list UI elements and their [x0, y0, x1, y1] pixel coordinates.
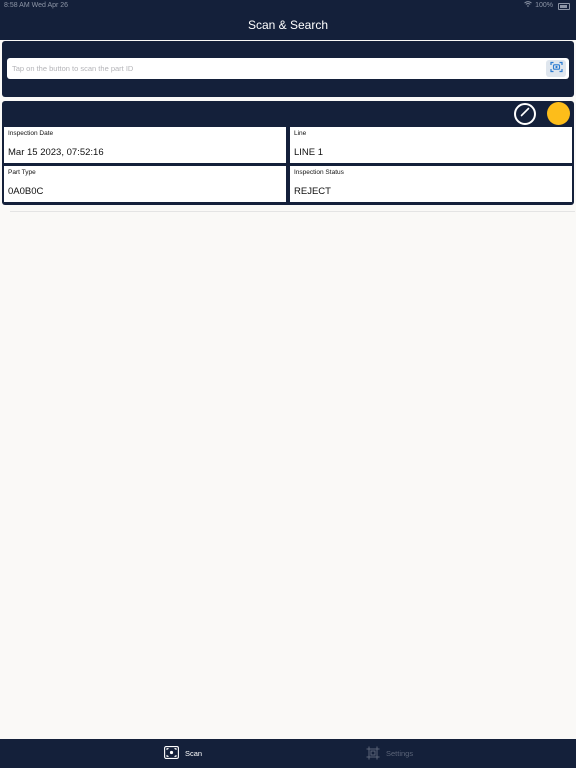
tab-scan[interactable]: Scan	[164, 739, 202, 768]
line-cell: Line LINE 1	[290, 127, 572, 163]
page-title: Scan & Search	[247, 18, 329, 32]
part-type-value: 0A0B0C	[8, 186, 44, 197]
inspection-date-value: Mar 15 2023, 07:52:16	[8, 147, 104, 158]
battery-icon	[558, 2, 570, 10]
inspection-status-value: REJECT	[294, 186, 331, 197]
status-indicators: 100%	[524, 0, 570, 12]
tab-settings[interactable]: Settings	[366, 739, 413, 768]
part-type-cell: Part Type 0A0B0C	[4, 166, 286, 202]
edit-button[interactable]	[514, 103, 536, 125]
inspection-status-label: Inspection Status	[294, 169, 344, 176]
settings-icon	[366, 746, 380, 762]
tab-scan-label: Scan	[185, 749, 203, 758]
status-time-date: 8:58 AM Wed Apr 26	[4, 2, 69, 9]
scan-panel: Tap on the button to scan the part ID	[2, 41, 574, 97]
scan-button[interactable]	[546, 60, 566, 77]
inspection-date-label: Inspection Date	[8, 130, 54, 137]
inspection-date-cell: Inspection Date Mar 15 2023, 07:52:16	[4, 127, 286, 163]
inspection-status-cell: Inspection Status REJECT	[290, 166, 572, 202]
line-value: LINE 1	[294, 147, 324, 158]
inspection-record-panel: Inspection Date Mar 15 2023, 07:52:16 Li…	[2, 101, 574, 205]
part-type-label: Part Type	[8, 169, 36, 176]
wifi-icon	[524, 0, 532, 12]
status-bar: 8:58 AM Wed Apr 26 100%	[0, 0, 576, 12]
tab-settings-label: Settings	[386, 749, 414, 758]
status-indicator-dot	[547, 102, 570, 125]
divider	[10, 211, 575, 212]
search-placeholder: Tap on the button to scan the part ID	[12, 64, 134, 73]
tab-bar: Scan Settings	[0, 739, 576, 768]
scan-icon	[164, 746, 179, 761]
pencil-icon	[519, 105, 531, 123]
line-label: Line	[294, 130, 307, 137]
battery-percentage: 100%	[535, 2, 553, 9]
navigation-bar: Scan & Search	[0, 12, 576, 40]
barcode-scan-icon	[549, 60, 563, 78]
part-id-search-field[interactable]: Tap on the button to scan the part ID	[7, 58, 569, 79]
